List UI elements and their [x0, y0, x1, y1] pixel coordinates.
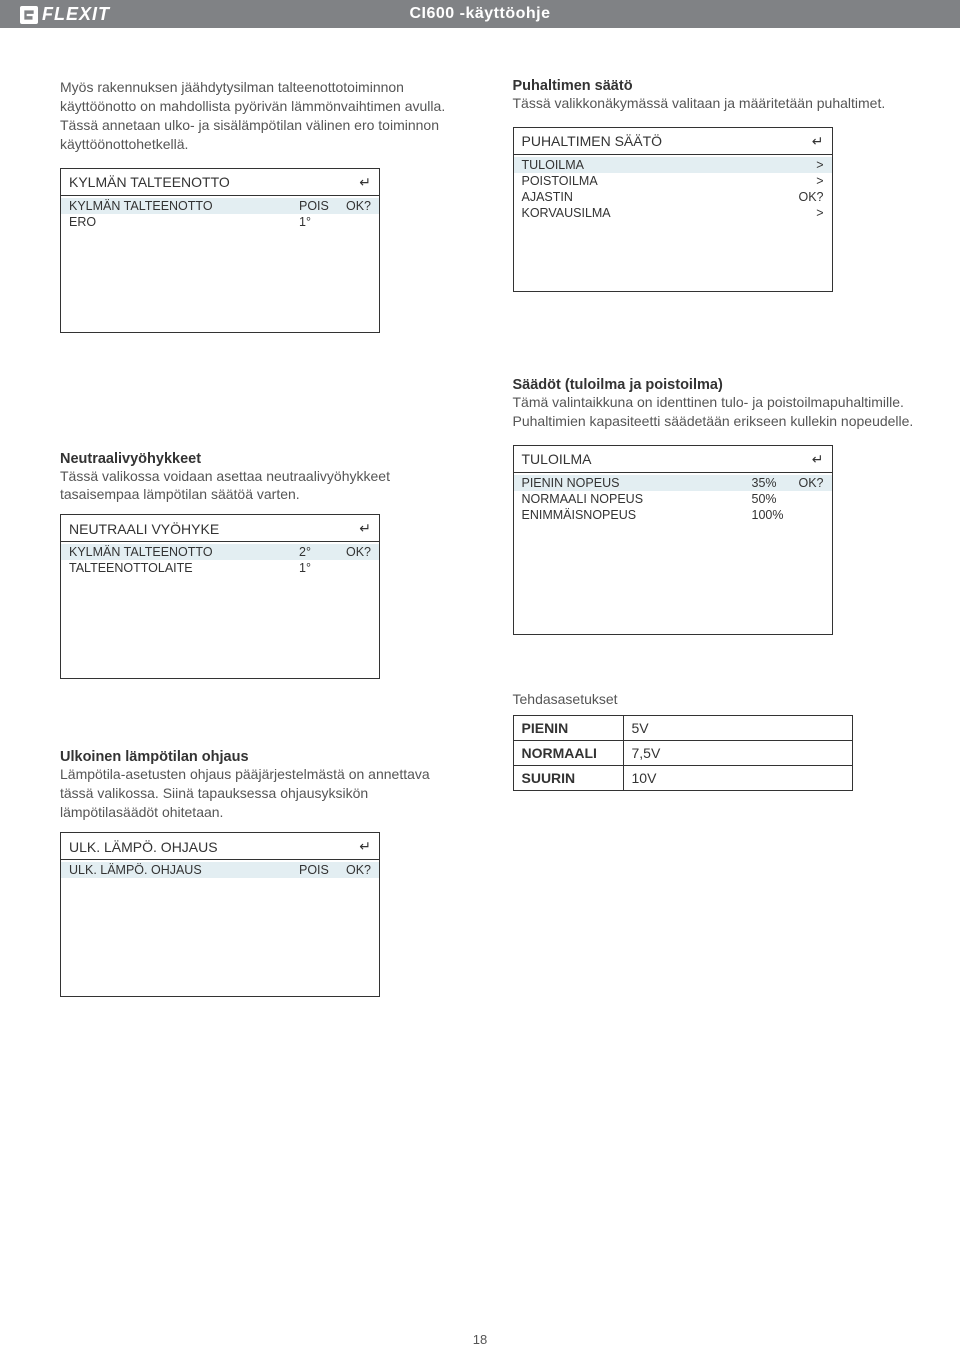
panel-external-temp: ULK. LÄMPÖ. OHJAUS ↵ ULK. LÄMPÖ. OHJAUS … — [60, 832, 380, 997]
panel-row: PIENIN NOPEUS 35% OK? — [514, 475, 832, 491]
row-label: TALTEENOTTOLAITE — [69, 561, 299, 575]
row-ok: > — [794, 174, 824, 188]
factory-settings-heading: Tehdasasetukset — [513, 690, 916, 709]
panel-header: KYLMÄN TALTEENOTTO ↵ — [61, 169, 379, 196]
panel-title: KYLMÄN TALTEENOTTO — [69, 174, 230, 190]
panel-row: KYLMÄN TALTEENOTTO POIS OK? — [61, 198, 379, 214]
adjustments-heading: Säädöt (tuloilma ja poistoilma) — [513, 377, 916, 393]
panel-body: PIENIN NOPEUS 35% OK? NORMAALI NOPEUS 50… — [514, 473, 832, 634]
panel-title: ULK. LÄMPÖ. OHJAUS — [69, 839, 218, 855]
neutral-para: Tässä valikossa voidaan asettaa neutraal… — [60, 467, 463, 505]
panel-title: TULOILMA — [522, 451, 592, 467]
row-label: POISTOILMA — [522, 174, 752, 188]
intro-paragraph: Myös rakennuksen jäähdytysilman talteeno… — [60, 78, 463, 154]
factory-value: 10V — [623, 765, 852, 790]
brand-logo: FLEXIT — [20, 4, 110, 25]
row-value: 1° — [299, 561, 341, 575]
neutral-heading: Neutraalivyöhykkeet — [60, 451, 463, 467]
ext-heading: Ulkoinen lämpötilan ohjaus — [60, 749, 463, 765]
factory-label: NORMAALI — [513, 740, 623, 765]
panel-fan-setting: PUHALTIMEN SÄÄTÖ ↵ TULOILMA > POISTOILMA… — [513, 127, 833, 292]
row-label: TULOILMA — [522, 158, 752, 172]
panel-header: NEUTRAALI VYÖHYKE ↵ — [61, 515, 379, 542]
panel-body: KYLMÄN TALTEENOTTO 2° OK? TALTEENOTTOLAI… — [61, 542, 379, 678]
panel-body: TULOILMA > POISTOILMA > AJASTIN OK? KORV… — [514, 155, 832, 291]
row-label: ULK. LÄMPÖ. OHJAUS — [69, 863, 299, 877]
row-ok: > — [794, 158, 824, 172]
right-column: Puhaltimen säätö Tässä valikkonäkymässä … — [513, 78, 916, 997]
fan-setting-para: Tässä valikkonäkymässä valitaan ja määri… — [513, 94, 916, 113]
row-ok: OK? — [794, 190, 824, 204]
row-label: PIENIN NOPEUS — [522, 476, 752, 490]
panel-row: POISTOILMA > — [514, 173, 832, 189]
panel-row: AJASTIN OK? — [514, 189, 832, 205]
panel-supply-air: TULOILMA ↵ PIENIN NOPEUS 35% OK? NORMAAL… — [513, 445, 833, 635]
table-row: PIENIN 5V — [513, 715, 852, 740]
row-ok: OK? — [341, 545, 371, 559]
panel-row: TULOILMA > — [514, 157, 832, 173]
row-ok: OK? — [794, 476, 824, 490]
factory-value: 7,5V — [623, 740, 852, 765]
row-value: 100% — [752, 508, 794, 522]
row-value: 2° — [299, 545, 341, 559]
row-label: KYLMÄN TALTEENOTTO — [69, 199, 299, 213]
table-row: NORMAALI 7,5V — [513, 740, 852, 765]
row-value: POIS — [299, 199, 341, 213]
panel-row: KORVAUSILMA > — [514, 205, 832, 221]
panel-row: ENIMMÄISNOPEUS 100% — [514, 507, 832, 523]
panel-header: TULOILMA ↵ — [514, 446, 832, 473]
ext-para: Lämpötila-asetusten ohjaus pääjärjestelm… — [60, 765, 463, 822]
panel-row: TALTEENOTTOLAITE 1° — [61, 560, 379, 576]
return-icon: ↵ — [812, 451, 824, 468]
panel-body: ULK. LÄMPÖ. OHJAUS POIS OK? — [61, 860, 379, 996]
factory-settings-table: PIENIN 5V NORMAALI 7,5V SUURIN 10V — [513, 715, 853, 791]
fan-setting-heading: Puhaltimen säätö — [513, 78, 916, 94]
factory-label: SUURIN — [513, 765, 623, 790]
return-icon: ↵ — [359, 520, 371, 537]
brand-icon — [20, 6, 38, 24]
row-value: POIS — [299, 863, 341, 877]
row-label: NORMAALI NOPEUS — [522, 492, 752, 506]
row-label: ENIMMÄISNOPEUS — [522, 508, 752, 522]
panel-title: PUHALTIMEN SÄÄTÖ — [522, 133, 663, 149]
return-icon: ↵ — [359, 174, 371, 191]
row-label: KYLMÄN TALTEENOTTO — [69, 545, 299, 559]
factory-value: 5V — [623, 715, 852, 740]
page-content: Myös rakennuksen jäähdytysilman talteeno… — [0, 28, 960, 997]
document-title: CI600 -käyttöohje — [410, 5, 551, 23]
panel-row: ULK. LÄMPÖ. OHJAUS POIS OK? — [61, 862, 379, 878]
document-header: FLEXIT CI600 -käyttöohje — [0, 0, 960, 28]
row-label: ERO — [69, 215, 299, 229]
panel-row: NORMAALI NOPEUS 50% — [514, 491, 832, 507]
panel-header: PUHALTIMEN SÄÄTÖ ↵ — [514, 128, 832, 155]
adjustments-para: Tämä valintaikkuna on identtinen tulo- j… — [513, 393, 916, 431]
factory-label: PIENIN — [513, 715, 623, 740]
row-label: KORVAUSILMA — [522, 206, 752, 220]
left-column: Myös rakennuksen jäähdytysilman talteeno… — [60, 78, 463, 997]
row-label: AJASTIN — [522, 190, 752, 204]
panel-cold-recovery: KYLMÄN TALTEENOTTO ↵ KYLMÄN TALTEENOTTO … — [60, 168, 380, 333]
panel-neutral-zone: NEUTRAALI VYÖHYKE ↵ KYLMÄN TALTEENOTTO 2… — [60, 514, 380, 679]
panel-row: KYLMÄN TALTEENOTTO 2° OK? — [61, 544, 379, 560]
row-value: 50% — [752, 492, 794, 506]
row-ok: OK? — [341, 199, 371, 213]
table-row: SUURIN 10V — [513, 765, 852, 790]
return-icon: ↵ — [812, 133, 824, 150]
brand-text: FLEXIT — [42, 4, 110, 25]
row-ok: > — [794, 206, 824, 220]
row-value: 1° — [299, 215, 341, 229]
page-number: 18 — [0, 1332, 960, 1347]
return-icon: ↵ — [359, 838, 371, 855]
panel-title: NEUTRAALI VYÖHYKE — [69, 521, 219, 537]
panel-header: ULK. LÄMPÖ. OHJAUS ↵ — [61, 833, 379, 860]
row-value: 35% — [752, 476, 794, 490]
row-ok: OK? — [341, 863, 371, 877]
panel-row: ERO 1° — [61, 214, 379, 230]
panel-body: KYLMÄN TALTEENOTTO POIS OK? ERO 1° — [61, 196, 379, 332]
